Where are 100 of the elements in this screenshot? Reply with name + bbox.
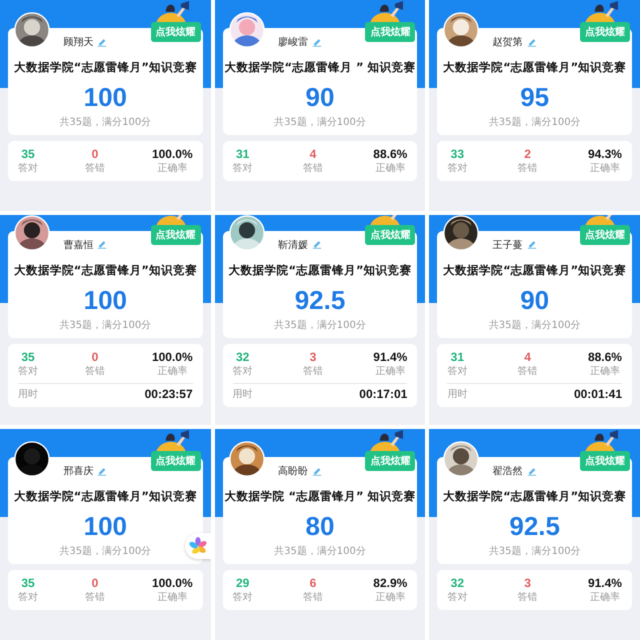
quiz-title: 大数据学院“志愿雷锋月”知识竞赛 <box>443 262 626 278</box>
score: 100 <box>84 284 128 316</box>
stat-label: 正确率 <box>375 590 406 604</box>
stat-value: 0 <box>92 147 98 161</box>
stat-value: 3 <box>310 350 316 364</box>
quiz-title: 大数据学院“志愿雷锋月 ” 知识竞赛 <box>224 60 416 75</box>
stat-value: 32 <box>236 350 250 364</box>
stat-label: 答错 <box>518 591 538 604</box>
stat-label: 正确率 <box>157 590 188 604</box>
stat-label: 答错 <box>518 364 538 378</box>
time-label: 用时 <box>447 388 468 401</box>
score: 80 <box>306 510 334 542</box>
stat-value: 35 <box>21 147 35 161</box>
stat-value: 82.9% <box>373 576 408 590</box>
stat-label: 答错 <box>518 162 538 175</box>
stat-value: 4 <box>524 350 531 364</box>
stat-label: 正确率 <box>590 162 620 175</box>
stat-value: 100.0% <box>152 350 193 364</box>
score: 92.5 <box>509 510 560 542</box>
user-name: 靳清媛 <box>278 238 308 252</box>
score-summary: 共35题，满分100分 <box>59 544 152 558</box>
edit-icon[interactable] <box>97 240 108 250</box>
stat-label: 答对 <box>447 162 468 175</box>
score-summary: 共35题，满分100分 <box>59 116 152 129</box>
stat-label: 答对 <box>232 590 253 604</box>
stat-value: 2 <box>524 147 531 161</box>
stat-value: 91.4% <box>588 576 622 590</box>
edit-icon[interactable] <box>526 240 537 250</box>
user-name: 廖峻雷 <box>278 36 308 49</box>
stat-label: 答对 <box>232 162 253 175</box>
stat-label: 正确率 <box>590 364 620 378</box>
score-summary: 共35题，满分100分 <box>274 116 366 129</box>
stat-value: 94.3% <box>588 147 622 161</box>
stat-label: 答错 <box>302 162 323 175</box>
score: 90 <box>520 284 550 316</box>
time-value: 00:01:41 <box>574 386 622 401</box>
edit-icon[interactable] <box>97 38 108 46</box>
stat-label: 答错 <box>302 364 323 378</box>
stat-value: 35 <box>21 350 35 364</box>
stat-value: 6 <box>310 576 316 590</box>
user-name: 曹嘉恒 <box>63 238 94 252</box>
stat-value: 35 <box>21 576 35 590</box>
time-value: 00:23:57 <box>144 386 193 401</box>
score-summary: 共35题，满分100分 <box>488 318 581 332</box>
stat-label: 答对 <box>232 364 253 378</box>
score: 100 <box>84 510 128 542</box>
stat-value: 0 <box>92 350 98 364</box>
edit-icon[interactable] <box>312 466 322 476</box>
show-off-button[interactable]: 点我炫耀 <box>580 451 630 472</box>
stat-value: 100.0% <box>152 576 193 590</box>
show-off-button[interactable]: 点我炫耀 <box>365 22 416 42</box>
stat-value: 29 <box>236 576 250 590</box>
stat-value: 0 <box>92 576 98 590</box>
stat-label: 答对 <box>18 162 38 175</box>
stat-value: 3 <box>524 576 531 590</box>
score-summary: 共35题，满分100分 <box>488 544 581 558</box>
score-summary: 共35题，满分100分 <box>274 544 366 558</box>
stat-value: 91.4% <box>373 350 408 364</box>
show-off-button[interactable]: 点我炫耀 <box>580 224 630 245</box>
stat-value: 31 <box>450 350 464 364</box>
quiz-title: 大数据学院“志愿雷锋月”知识竞赛 <box>14 60 197 75</box>
score-summary: 共35题，满分100分 <box>488 116 581 129</box>
stat-label: 答对 <box>18 364 38 378</box>
user-name: 翟浩然 <box>492 464 523 478</box>
quiz-title: 大数据学院“志愿雷锋月”知识竞赛 <box>14 262 197 278</box>
quiz-title: 大数据学院“志愿雷锋月”知识竞赛 <box>443 489 626 504</box>
show-off-button[interactable]: 点我炫耀 <box>150 224 201 245</box>
show-off-button[interactable]: 点我炫耀 <box>150 451 201 472</box>
edit-icon[interactable] <box>312 240 322 250</box>
edit-icon[interactable] <box>97 466 108 476</box>
stat-label: 正确率 <box>375 162 406 175</box>
score: 92.5 <box>294 284 346 316</box>
stat-label: 正确率 <box>590 590 620 604</box>
stat-label: 答对 <box>447 590 468 604</box>
show-off-button[interactable]: 点我炫耀 <box>150 22 201 42</box>
edit-icon[interactable] <box>526 38 537 46</box>
stat-label: 正确率 <box>375 364 406 378</box>
score: 95 <box>520 81 550 113</box>
stat-value: 100.0% <box>152 147 193 161</box>
user-name: 王子蔓 <box>492 238 523 252</box>
stat-value: 31 <box>236 147 250 161</box>
stat-label: 正确率 <box>157 162 188 175</box>
user-name: 邢喜庆 <box>63 464 94 478</box>
time-label: 用时 <box>18 388 38 401</box>
stat-value: 88.6% <box>588 350 622 364</box>
show-off-button[interactable]: 点我炫耀 <box>365 224 416 245</box>
stat-value: 88.6% <box>373 147 408 161</box>
score: 100 <box>84 81 128 113</box>
stat-label: 答错 <box>84 364 105 378</box>
quiz-title: 大数据学院“志愿雷锋月”知识竞赛 <box>443 60 626 75</box>
edit-icon[interactable] <box>526 466 537 476</box>
stat-label: 答错 <box>84 162 105 175</box>
stat-label: 答错 <box>84 591 105 604</box>
user-name: 赵贺第 <box>492 36 523 49</box>
quiz-title: 大数据学院“志愿雷锋月”知识竞赛 <box>228 262 412 278</box>
show-off-button[interactable]: 点我炫耀 <box>580 22 630 42</box>
edit-icon[interactable] <box>312 38 322 46</box>
show-off-button[interactable]: 点我炫耀 <box>365 451 416 472</box>
stat-label: 答错 <box>302 591 323 604</box>
quiz-title: 大数据学院“志愿雷锋月”知识竞赛 <box>14 489 197 504</box>
